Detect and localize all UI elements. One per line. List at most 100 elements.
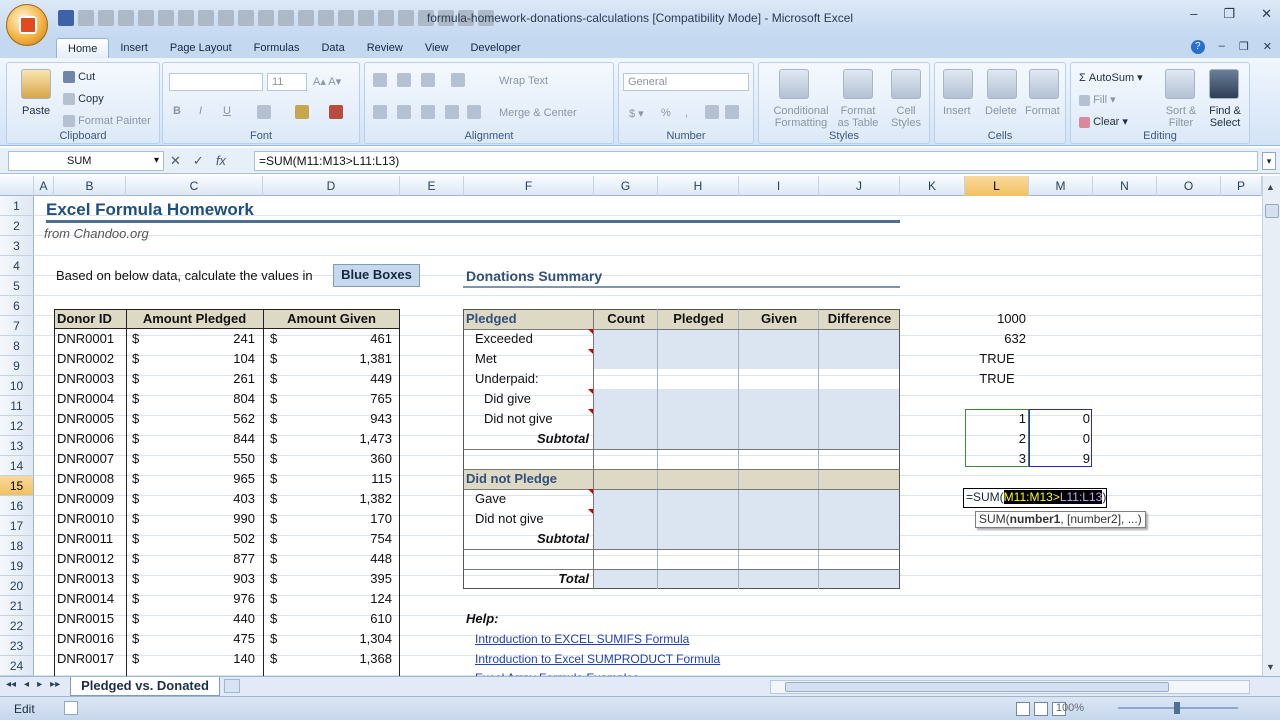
- currency-cell[interactable]: $: [270, 549, 277, 569]
- font-color-icon[interactable]: [329, 105, 343, 119]
- name-box[interactable]: SUM: [8, 151, 164, 171]
- comma-button[interactable]: ,: [685, 107, 688, 119]
- amount-given-cell[interactable]: 124: [330, 589, 392, 609]
- currency-cell[interactable]: $: [132, 449, 139, 469]
- column-header[interactable]: N: [1093, 176, 1157, 196]
- column-header[interactable]: J: [819, 176, 900, 196]
- row-header[interactable]: 24: [0, 656, 34, 676]
- row-header[interactable]: 7: [0, 316, 34, 336]
- amount-pledged-cell[interactable]: 475: [194, 629, 255, 649]
- amount-given-cell[interactable]: 449: [330, 369, 392, 389]
- currency-cell[interactable]: $: [132, 569, 139, 589]
- column-header[interactable]: I: [739, 176, 819, 196]
- row-header[interactable]: 16: [0, 496, 34, 516]
- row-header[interactable]: 1: [0, 196, 34, 216]
- currency-cell[interactable]: $: [132, 349, 139, 369]
- donor-id-cell[interactable]: DNR0012: [57, 549, 114, 569]
- prev-sheet-icon[interactable]: ◂: [24, 679, 29, 690]
- font-name-combo[interactable]: [169, 73, 263, 91]
- row-header[interactable]: 18: [0, 536, 34, 556]
- decrease-decimal-icon[interactable]: [725, 105, 739, 119]
- align-right-icon[interactable]: [421, 105, 435, 119]
- currency-cell[interactable]: $: [132, 509, 139, 529]
- paste-icon[interactable]: [21, 69, 51, 99]
- value-l13[interactable]: 3: [965, 449, 1026, 469]
- amount-pledged-cell[interactable]: 562: [194, 409, 255, 429]
- currency-cell[interactable]: $: [270, 569, 277, 589]
- row-header[interactable]: 21: [0, 596, 34, 616]
- bold-button[interactable]: B: [173, 105, 181, 117]
- delete-cells-icon[interactable]: [987, 69, 1017, 99]
- tab-review[interactable]: Review: [356, 38, 414, 58]
- value-l9[interactable]: TRUE: [965, 369, 1029, 389]
- amount-pledged-cell[interactable]: 440: [194, 609, 255, 629]
- row-header[interactable]: 12: [0, 416, 34, 436]
- help-link-sumifs[interactable]: Introduction to EXCEL SUMIFS Formula: [475, 629, 689, 649]
- insert-cells-button[interactable]: Insert: [943, 105, 971, 117]
- currency-cell[interactable]: $: [270, 429, 277, 449]
- merge-center-button[interactable]: Merge & Center: [499, 107, 577, 119]
- currency-cell[interactable]: $: [270, 609, 277, 629]
- help-link-sumproduct[interactable]: Introduction to Excel SUMPRODUCT Formula: [475, 649, 720, 669]
- donor-id-cell[interactable]: DNR0015: [57, 609, 114, 629]
- column-header[interactable]: C: [126, 176, 263, 196]
- format-cells-button[interactable]: Format: [1025, 105, 1060, 117]
- row-header[interactable]: 4: [0, 256, 34, 276]
- tab-view[interactable]: View: [414, 38, 460, 58]
- worksheet-grid[interactable]: Excel Formula Homework from Chandoo.org …: [34, 196, 1262, 676]
- currency-cell[interactable]: $: [270, 589, 277, 609]
- column-header[interactable]: G: [594, 176, 658, 196]
- tab-page-layout[interactable]: Page Layout: [159, 38, 243, 58]
- amount-given-cell[interactable]: 461: [330, 329, 392, 349]
- format-painter-button[interactable]: Format Painter: [63, 115, 151, 128]
- row-header[interactable]: 23: [0, 636, 34, 656]
- sheet-tab-pledged-vs-donated[interactable]: Pledged vs. Donated: [70, 677, 220, 696]
- amount-given-cell[interactable]: 1,381: [330, 349, 392, 369]
- currency-cell[interactable]: $: [270, 349, 277, 369]
- enter-icon[interactable]: ✓: [193, 153, 204, 169]
- comment-marker[interactable]: [588, 349, 593, 354]
- wrap-text-button[interactable]: Wrap Text: [499, 75, 548, 87]
- amount-given-cell[interactable]: 754: [330, 529, 392, 549]
- workbook-close-icon[interactable]: ✕: [1263, 40, 1272, 54]
- donor-id-cell[interactable]: DNR0001: [57, 329, 114, 349]
- amount-pledged-cell[interactable]: 550: [194, 449, 255, 469]
- align-middle-icon[interactable]: [397, 73, 411, 87]
- office-button[interactable]: [6, 4, 48, 46]
- currency-cell[interactable]: $: [270, 449, 277, 469]
- currency-cell[interactable]: $: [132, 529, 139, 549]
- scroll-down-icon[interactable]: ▼: [1266, 662, 1275, 672]
- format-as-table-icon[interactable]: [843, 69, 873, 99]
- currency-cell[interactable]: $: [132, 369, 139, 389]
- currency-cell[interactable]: $: [270, 649, 277, 669]
- currency-cell[interactable]: $: [270, 409, 277, 429]
- row-header[interactable]: 8: [0, 336, 34, 356]
- close-icon[interactable]: ✕: [1261, 6, 1272, 22]
- donor-id-cell[interactable]: DNR0017: [57, 649, 114, 669]
- conditional-formatting-icon[interactable]: [779, 69, 809, 99]
- currency-cell[interactable]: $: [270, 529, 277, 549]
- donor-id-cell[interactable]: DNR0013: [57, 569, 114, 589]
- select-all-corner[interactable]: [0, 176, 34, 196]
- insert-sheet-icon[interactable]: [224, 679, 240, 693]
- donor-id-cell[interactable]: DNR0011: [57, 529, 113, 549]
- sort-filter-button[interactable]: Sort & Filter: [1161, 105, 1201, 129]
- delete-cells-button[interactable]: Delete: [985, 105, 1017, 117]
- amount-pledged-cell[interactable]: 140: [194, 649, 255, 669]
- normal-view-icon[interactable]: [1016, 702, 1030, 716]
- amount-given-cell[interactable]: 1,368: [330, 649, 392, 669]
- donor-id-cell[interactable]: DNR0006: [57, 429, 114, 449]
- currency-button[interactable]: $ ▾: [629, 107, 644, 120]
- value-l8[interactable]: TRUE: [965, 349, 1029, 369]
- insert-cells-icon[interactable]: [943, 69, 973, 99]
- fill-button[interactable]: Fill ▾: [1079, 93, 1116, 106]
- amount-pledged-cell[interactable]: 241: [194, 329, 255, 349]
- amount-given-cell[interactable]: 1,473: [330, 429, 392, 449]
- grow-font-icon[interactable]: A▴ A▾: [313, 75, 341, 88]
- amount-given-cell[interactable]: 943: [330, 409, 392, 429]
- amount-given-cell[interactable]: 170: [330, 509, 392, 529]
- zoom-slider-thumb[interactable]: [1174, 702, 1180, 714]
- amount-given-cell[interactable]: 1,304: [330, 629, 392, 649]
- amount-pledged-cell[interactable]: 844: [194, 429, 255, 449]
- column-header[interactable]: A: [34, 176, 54, 196]
